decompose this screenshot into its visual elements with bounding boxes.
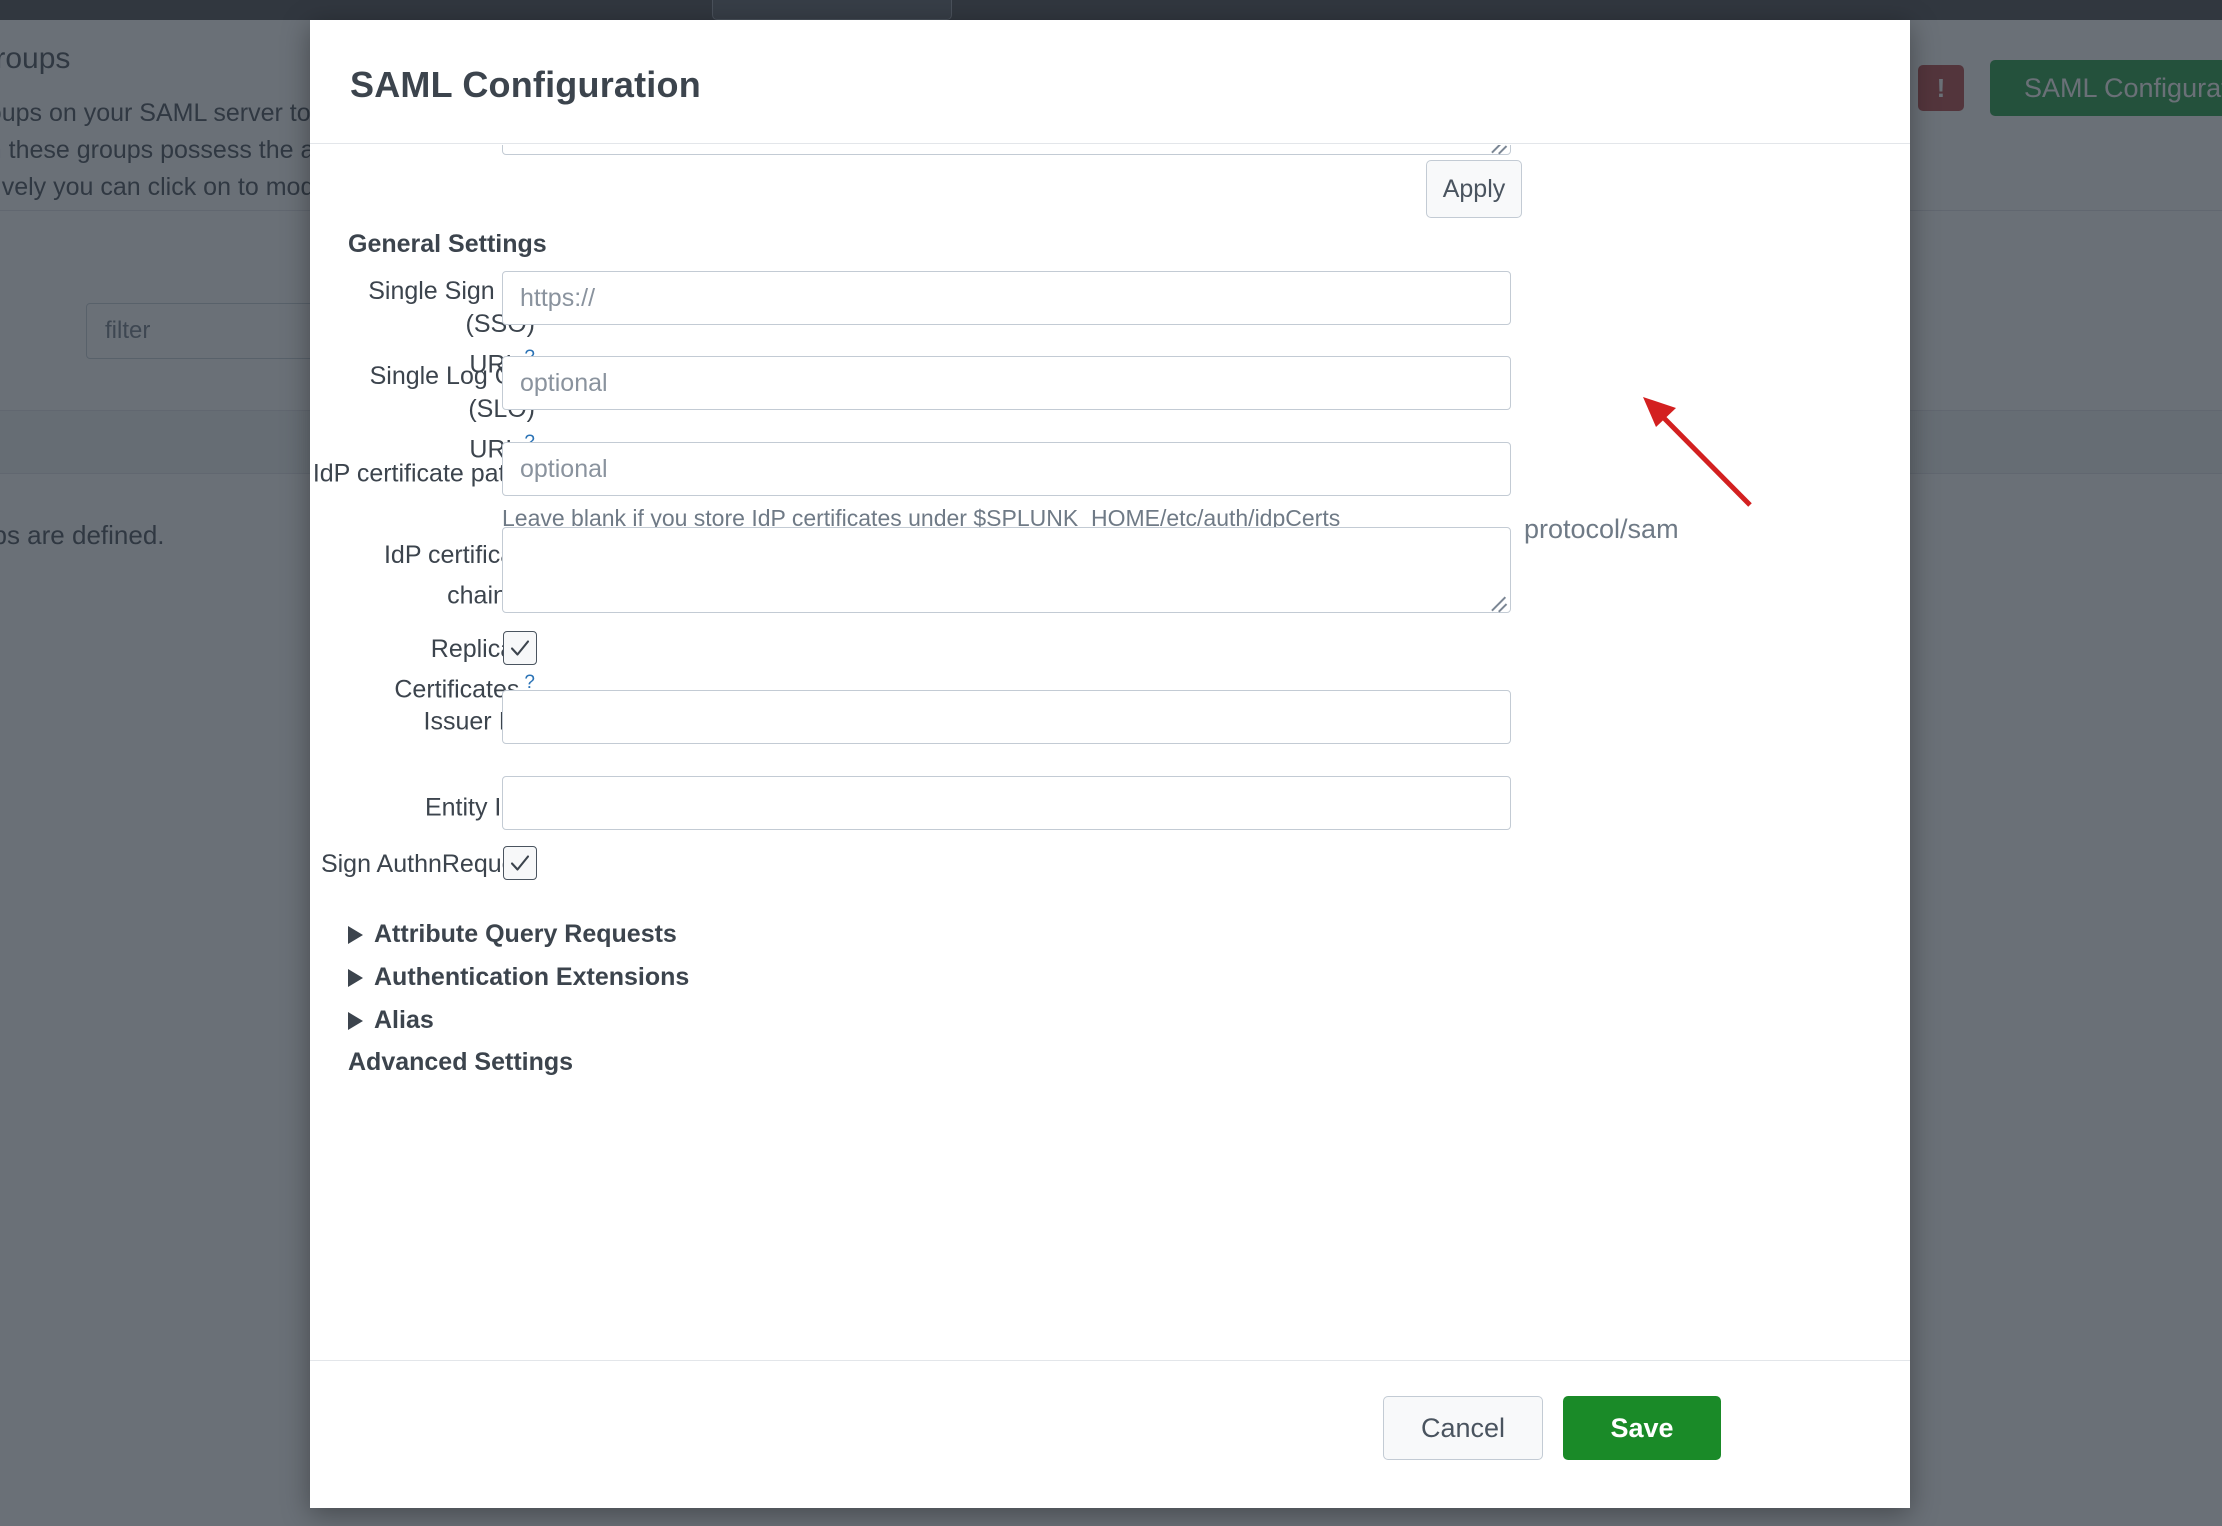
top-navbar (0, 0, 2222, 20)
section-label: Attribute Query Requests (374, 920, 677, 948)
checkmark-icon (510, 640, 530, 656)
section-label: Authentication Extensions (374, 963, 690, 991)
idp-cert-chains-textarea[interactable] (502, 527, 1511, 613)
replicate-certificates-checkbox[interactable] (503, 631, 537, 665)
screen-root: Groups Map groups on your SAML server to… (0, 0, 2222, 1526)
issuer-id-input[interactable] (502, 690, 1511, 744)
attribute-alias-textarea[interactable] (502, 145, 1511, 155)
advanced-settings-heading[interactable]: Advanced Settings (348, 1048, 573, 1077)
section-alias[interactable]: Alias (348, 1006, 434, 1035)
save-button[interactable]: Save (1563, 1396, 1721, 1460)
section-attribute-query-requests[interactable]: Attribute Query Requests (348, 920, 677, 949)
sign-authnrequest-checkbox[interactable] (503, 846, 537, 880)
idp-cert-path-input[interactable] (502, 442, 1511, 496)
saml-configuration-modal: SAML Configuration Apply General Setting… (310, 20, 1910, 1508)
sso-url-input[interactable] (502, 271, 1511, 325)
modal-form-scroll-content: Apply General Settings Single Sign On (S… (310, 145, 1910, 1360)
section-label: Alias (374, 1006, 434, 1034)
modal-title: SAML Configuration (350, 64, 701, 105)
entity-id-input[interactable] (502, 776, 1511, 830)
label-sign-authnrequest: Sign AuthnRequest (320, 850, 535, 878)
checkmark-icon (510, 855, 530, 871)
slo-url-input[interactable] (502, 356, 1511, 410)
chevron-right-icon (348, 1011, 363, 1030)
modal-body[interactable]: Apply General Settings Single Sign On (S… (310, 145, 1910, 1360)
section-authentication-extensions[interactable]: Authentication Extensions (348, 963, 689, 992)
modal-footer: Cancel Save (310, 1360, 1910, 1508)
resize-grip-icon (1489, 145, 1507, 152)
apply-button[interactable]: Apply (1426, 160, 1522, 218)
navbar-search-input[interactable] (712, 0, 952, 20)
modal-header: SAML Configuration (310, 20, 1910, 144)
chevron-right-icon (348, 968, 363, 987)
cancel-button[interactable]: Cancel (1383, 1396, 1543, 1460)
general-settings-heading: General Settings (348, 230, 547, 258)
chevron-right-icon (348, 925, 363, 944)
sso-url-overflow-text: protocol/sam (1524, 514, 1679, 544)
